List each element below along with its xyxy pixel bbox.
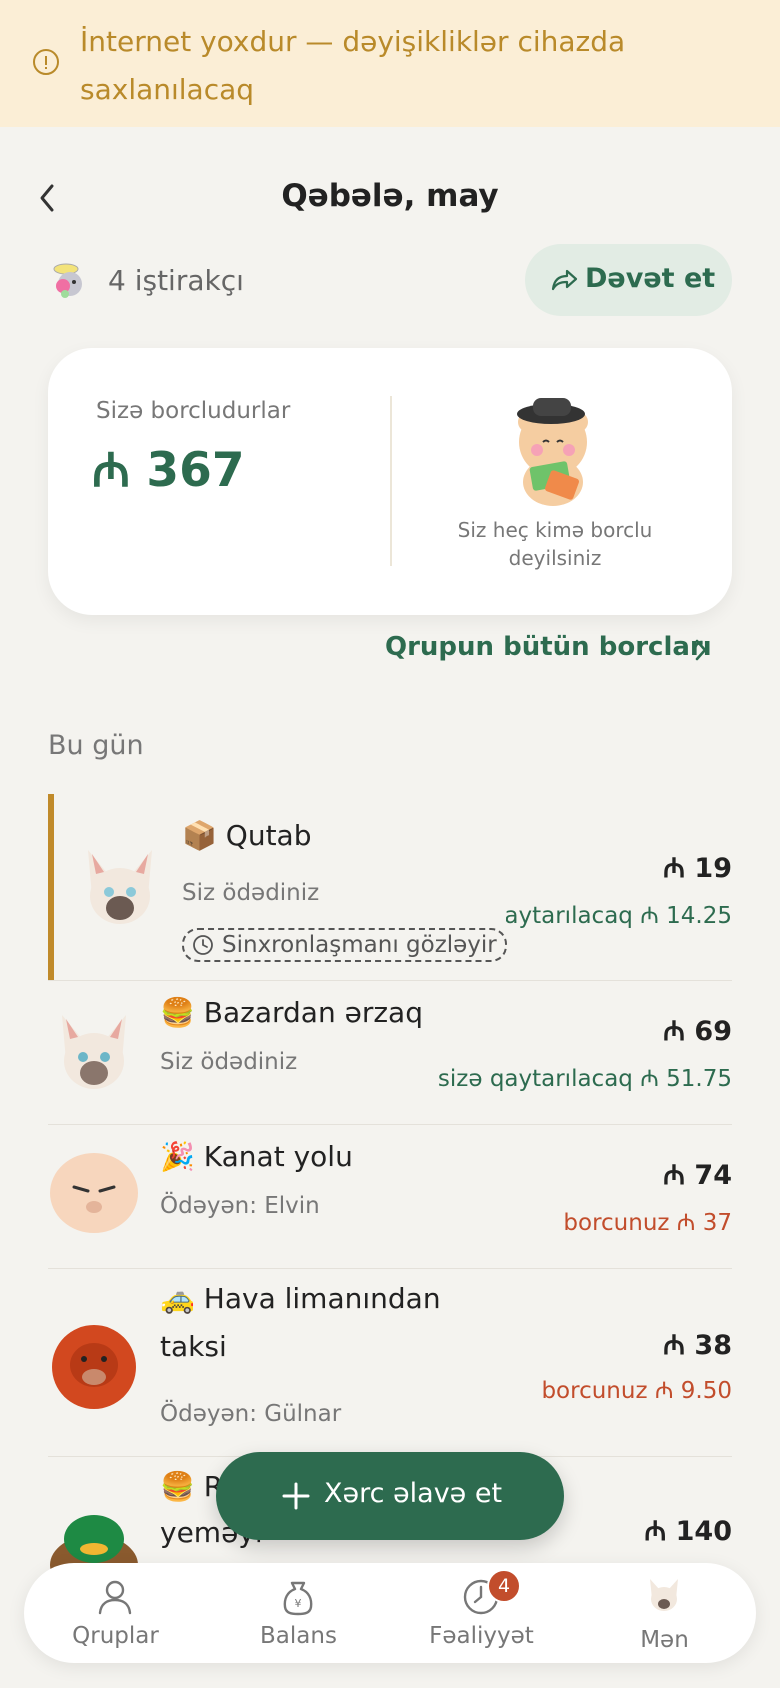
expense-name-line2: taksi [160, 1330, 227, 1363]
chevron-right-icon[interactable] [692, 637, 710, 663]
expense-state: sizə qaytarılacaq ₼ 14.25 [506, 903, 732, 929]
expense-amount: ₼ 69 [663, 1016, 732, 1047]
sync-status-text: Sinxronlaşmanı gözləyir [222, 932, 497, 958]
all-debts-link[interactable]: Qrupun bütün borcları [385, 632, 712, 662]
balance-summary-card: Sizə borcludurlar ₼ 367 Siz heç kimə bor… [48, 348, 732, 615]
expense-amount: ₼ 38 [663, 1330, 732, 1361]
tab-label: Fəaliyyət [429, 1623, 534, 1649]
lion-avatar-icon [50, 1153, 138, 1233]
owed-amount: ₼ 367 [92, 443, 245, 498]
expense-amount: ₼ 74 [663, 1160, 732, 1191]
no-debt-text: Siz heç kimə borclu deyilsiniz [457, 518, 653, 570]
card-divider [390, 396, 392, 566]
invite-button[interactable]: Dəvət et [525, 244, 732, 316]
add-expense-button[interactable]: Xərc əlavə et [216, 1452, 564, 1540]
tab-label: Qruplar [72, 1623, 159, 1649]
expense-row[interactable]: 🚕 Hava limanından taksi Ödəyən: Gülnar ₼… [48, 1269, 732, 1457]
offline-message: İnternet yoxdur — dəyişikliklər cihazda … [80, 25, 626, 106]
expense-name: 📦 Qutab [182, 819, 312, 852]
offline-banner: İnternet yoxdur — dəyişikliklər cihazda … [0, 0, 780, 127]
alert-circle-icon [33, 49, 59, 75]
profile-avatar-icon [650, 1579, 678, 1611]
add-expense-label: Xərc əlavə et [324, 1478, 503, 1509]
expense-amount: ₼ 140 [644, 1516, 732, 1547]
expense-name: 🍔 R [160, 1470, 224, 1503]
users-icon [98, 1580, 132, 1615]
plus-icon [282, 1482, 310, 1510]
expense-row[interactable]: 🎉 Kanat yolu Ödəyən: Elvin ₼ 74 borcunuz… [48, 1125, 732, 1269]
bottom-tab-bar: Qruplar ¥ Balans 4 Fəaliyyət Mən [24, 1563, 756, 1663]
cat-avatar-icon [62, 1015, 126, 1089]
member-count: 4 iştirakçı [108, 264, 244, 297]
expense-row[interactable]: 📦 Qutab Siz ödədiniz Sinxronlaşmanı gözl… [48, 794, 732, 981]
expense-row[interactable]: 🍔 Bazardan ərzaq Siz ödədiniz ₼ 69 sizə … [48, 981, 732, 1125]
invite-label: Dəvət et [585, 263, 716, 294]
expense-payer: Siz ödədiniz [182, 880, 320, 906]
bear-with-money-illustration [517, 398, 588, 506]
expense-name: 🚕 Hava limanından [160, 1282, 441, 1315]
expense-amount: ₼ 19 [663, 853, 732, 884]
tab-label: Balans [260, 1623, 337, 1649]
page-title: Qəbələ, may [281, 178, 499, 214]
tab-label: Mən [640, 1627, 689, 1653]
share-icon [551, 269, 578, 291]
activity-badge: 4 [487, 1569, 521, 1603]
money-bag-icon: ¥ [283, 1581, 313, 1616]
expense-name: 🍔 Bazardan ərzaq [160, 996, 423, 1029]
clock-icon [193, 935, 213, 955]
bull-avatar-icon [52, 1325, 136, 1409]
expense-state: borcunuz ₼ 9.50 [541, 1378, 732, 1404]
expense-payer: Siz ödədiniz [160, 1049, 298, 1075]
tab-activity[interactable]: 4 Fəaliyyət [390, 1563, 573, 1663]
expense-state: borcunuz ₼ 37 [563, 1210, 732, 1236]
tab-me[interactable]: Mən [573, 1563, 756, 1663]
group-avatar-icon [53, 263, 82, 298]
pending-indicator [48, 794, 54, 981]
cat-avatar-icon [88, 850, 152, 924]
sync-pending-badge: Sinxronlaşmanı gözləyir [182, 928, 507, 962]
section-today: Bu gün [48, 730, 144, 761]
svg-text:¥: ¥ [295, 1597, 302, 1610]
expense-state: sizə qaytarılacaq ₼ 51.75 [437, 1066, 732, 1092]
expense-name: 🎉 Kanat yolu [160, 1140, 353, 1173]
expense-payer: Ödəyən: Gülnar [160, 1401, 342, 1427]
owed-label: Sizə borcludurlar [96, 398, 291, 424]
tab-balance[interactable]: ¥ Balans [207, 1563, 390, 1663]
expense-payer: Ödəyən: Elvin [160, 1193, 320, 1219]
tab-groups[interactable]: Qruplar [24, 1563, 207, 1663]
